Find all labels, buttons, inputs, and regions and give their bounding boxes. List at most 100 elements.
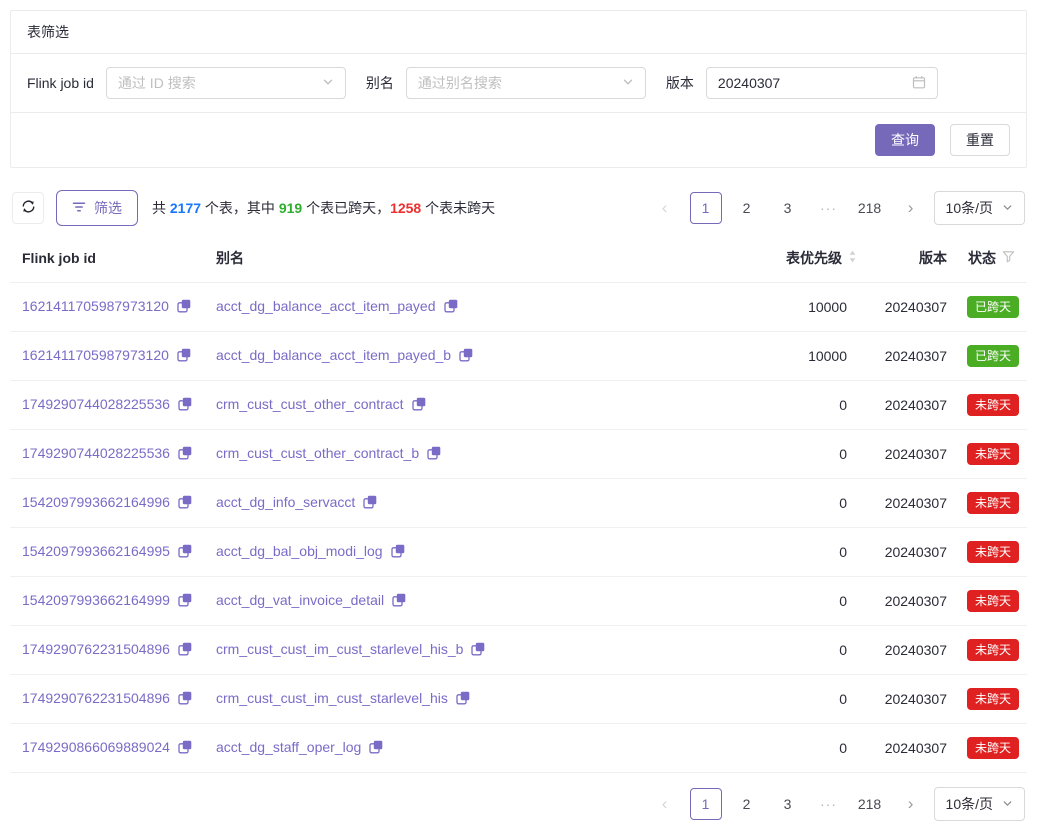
copy-icon[interactable] — [392, 593, 406, 610]
copy-icon[interactable] — [178, 593, 192, 610]
page-size-select[interactable]: 10条/页 — [934, 191, 1025, 225]
alias-link[interactable]: crm_cust_cust_other_contract — [216, 396, 404, 412]
pagination-page-218[interactable]: 218 — [854, 788, 886, 820]
summary-segment: 个表已跨天， — [302, 200, 390, 216]
flink-job-id-select[interactable]: 通过 ID 搜索 — [106, 67, 346, 99]
pagination-next[interactable]: › — [895, 788, 927, 820]
status-cell: 未跨天 — [957, 430, 1027, 479]
pagination-page-1[interactable]: 1 — [690, 788, 722, 820]
priority-cell: 0 — [687, 479, 867, 528]
pagination-next[interactable]: › — [895, 192, 927, 224]
priority-cell: 0 — [687, 626, 867, 675]
copy-icon[interactable] — [456, 691, 470, 708]
column-priority-label: 表优先级 — [786, 248, 842, 268]
pagination-page-3[interactable]: 3 — [772, 788, 804, 820]
reset-button[interactable]: 重置 — [950, 124, 1010, 156]
flink-job-id-link[interactable]: 1542097993662164999 — [22, 592, 170, 608]
flink-job-id-link[interactable]: 1542097993662164995 — [22, 543, 170, 559]
chevron-down-icon — [322, 75, 334, 91]
copy-icon[interactable] — [471, 642, 485, 659]
flink-job-id-link[interactable]: 1621411705987973120 — [22, 298, 169, 314]
filter-button[interactable]: 筛选 — [56, 190, 138, 226]
alias-select[interactable]: 通过别名搜索 — [406, 67, 646, 99]
copy-icon[interactable] — [369, 740, 383, 757]
status-cell: 未跨天 — [957, 479, 1027, 528]
alias-link[interactable]: acct_dg_balance_acct_item_payed_b — [216, 347, 451, 363]
pagination-page-218[interactable]: 218 — [854, 192, 886, 224]
flink-job-id-link[interactable]: 1749290866069889024 — [22, 739, 170, 755]
copy-icon[interactable] — [178, 495, 192, 512]
page-size-select[interactable]: 10条/页 — [934, 787, 1025, 821]
column-alias: 别名 — [206, 234, 687, 283]
status-badge: 未跨天 — [967, 492, 1019, 514]
flink-job-id-link[interactable]: 1749290762231504896 — [22, 690, 170, 706]
copy-icon[interactable] — [178, 397, 192, 414]
version-date-input[interactable]: 20240307 — [706, 67, 938, 99]
copy-icon[interactable] — [412, 397, 426, 414]
copy-icon[interactable] — [178, 446, 192, 463]
status-badge: 未跨天 — [967, 737, 1019, 759]
summary-segment: 个表，其中 — [201, 200, 279, 216]
status-badge: 未跨天 — [967, 443, 1019, 465]
column-priority[interactable]: 表优先级 — [687, 234, 867, 283]
column-status[interactable]: 状态 — [957, 234, 1027, 283]
filter-card-body: Flink job id 通过 ID 搜索 别名 通过别名搜索 — [11, 54, 1026, 113]
chevron-down-icon — [1002, 200, 1013, 216]
flink-job-id-placeholder: 通过 ID 搜索 — [118, 73, 196, 93]
column-version: 版本 — [867, 234, 957, 283]
version-cell: 20240307 — [867, 283, 957, 332]
table-row: 1621411705987973120 acct_dg_balance_acct… — [10, 332, 1027, 381]
copy-icon[interactable] — [178, 642, 192, 659]
alias-link[interactable]: acct_dg_vat_invoice_detail — [216, 592, 384, 608]
tables-table: Flink job id 别名 表优先级 版本 — [10, 234, 1027, 773]
alias-link[interactable]: acct_dg_staff_oper_log — [216, 739, 361, 755]
flink-job-id-link[interactable]: 1749290744028225536 — [22, 445, 170, 461]
flink-job-id-link[interactable]: 1749290744028225536 — [22, 396, 170, 412]
copy-icon[interactable] — [444, 299, 458, 316]
flink-job-id-link[interactable]: 1542097993662164996 — [22, 494, 170, 510]
sorter-icon[interactable] — [848, 249, 857, 267]
pagination-ellipsis: ··· — [813, 192, 845, 224]
flink-job-id-link[interactable]: 1749290762231504896 — [22, 641, 170, 657]
table-row: 1621411705987973120 acct_dg_balance_acct… — [10, 283, 1027, 332]
alias-link[interactable]: acct_dg_info_servacct — [216, 494, 355, 510]
version-label: 版本 — [666, 73, 694, 93]
alias-link[interactable]: acct_dg_bal_obj_modi_log — [216, 543, 383, 559]
page: 表筛选 Flink job id 通过 ID 搜索 别名 通过别名搜索 — [0, 0, 1037, 833]
copy-icon[interactable] — [427, 446, 441, 463]
alias-link[interactable]: crm_cust_cust_other_contract_b — [216, 445, 419, 461]
status-badge: 未跨天 — [967, 639, 1019, 661]
copy-icon[interactable] — [459, 348, 473, 365]
pagination-prev[interactable]: ‹ — [649, 192, 681, 224]
version-cell: 20240307 — [867, 430, 957, 479]
table-row: 1542097993662164996 acct_dg_info_servacc… — [10, 479, 1027, 528]
status-cell: 未跨天 — [957, 381, 1027, 430]
copy-icon[interactable] — [177, 348, 191, 365]
copy-icon[interactable] — [178, 544, 192, 561]
pagination-page-3[interactable]: 3 — [772, 192, 804, 224]
alias-link[interactable]: crm_cust_cust_im_cust_starlevel_his_b — [216, 641, 463, 657]
copy-icon[interactable] — [363, 495, 377, 512]
funnel-icon[interactable] — [1002, 250, 1015, 266]
flink-job-id-link[interactable]: 1621411705987973120 — [22, 347, 169, 363]
copy-icon[interactable] — [178, 740, 192, 757]
copy-icon[interactable] — [391, 544, 405, 561]
status-badge: 已跨天 — [967, 296, 1019, 318]
calendar-icon — [912, 75, 926, 92]
version-cell: 20240307 — [867, 381, 957, 430]
alias-link[interactable]: acct_dg_balance_acct_item_payed — [216, 298, 436, 314]
copy-icon[interactable] — [177, 299, 191, 316]
alias-link[interactable]: crm_cust_cust_im_cust_starlevel_his — [216, 690, 448, 706]
alias-label: 别名 — [366, 73, 394, 93]
query-button[interactable]: 查询 — [875, 124, 935, 156]
pagination-page-1[interactable]: 1 — [690, 192, 722, 224]
summary-text: 共 2177 个表，其中 919 个表已跨天，1258 个表未跨天 — [152, 198, 495, 218]
pagination-prev[interactable]: ‹ — [649, 788, 681, 820]
pagination-page-2[interactable]: 2 — [731, 788, 763, 820]
pagination-page-2[interactable]: 2 — [731, 192, 763, 224]
copy-icon[interactable] — [178, 691, 192, 708]
footer-pagination-bar: ‹123···218› 10条/页 — [10, 787, 1027, 833]
refresh-button[interactable] — [12, 192, 44, 224]
status-badge: 未跨天 — [967, 590, 1019, 612]
version-cell: 20240307 — [867, 626, 957, 675]
